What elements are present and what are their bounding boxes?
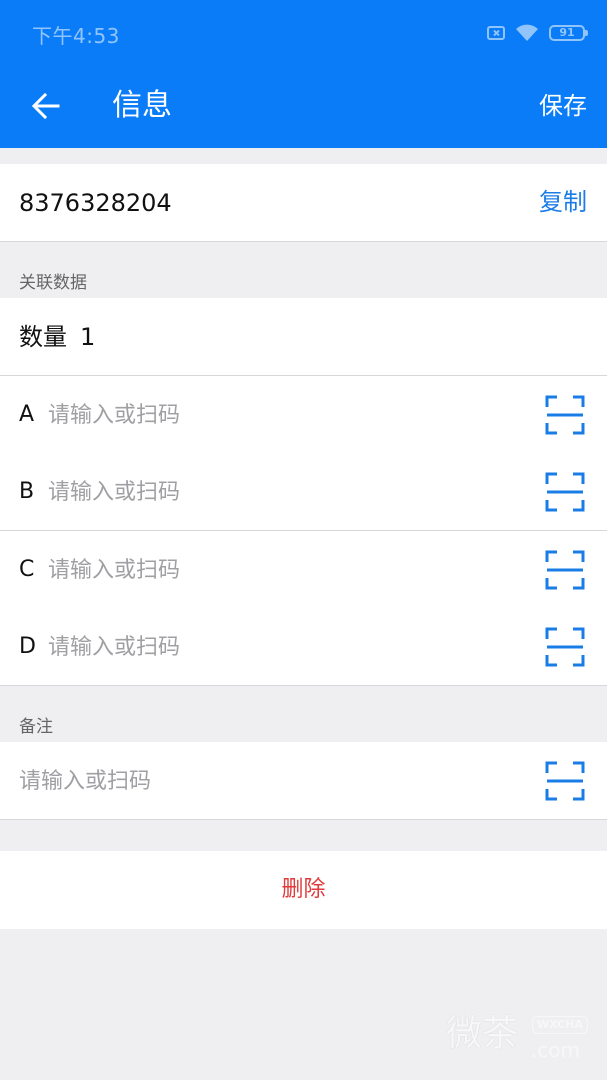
note-input[interactable] <box>19 762 519 800</box>
field-input-d[interactable] <box>48 628 518 666</box>
scan-icon[interactable] <box>545 550 585 590</box>
save-button[interactable]: 保存 <box>539 88 587 124</box>
record-id-row: 8376328204 复制 <box>0 164 607 242</box>
back-button[interactable] <box>26 84 66 128</box>
delete-button[interactable]: 删除 <box>0 851 607 929</box>
field-input-b[interactable] <box>48 473 518 511</box>
scan-icon[interactable] <box>545 627 585 667</box>
status-bar: 下午4:53 91 <box>0 0 607 68</box>
app-header: 下午4:53 91 信息 保存 <box>0 0 607 148</box>
delete-row: 删除 <box>0 851 607 929</box>
field-row-d: D <box>0 608 607 686</box>
field-label-b: B <box>19 479 35 504</box>
note-row <box>0 742 607 820</box>
wifi-icon <box>516 24 538 41</box>
field-row-a: A <box>0 376 607 454</box>
status-icons: 91 <box>487 22 588 44</box>
count-value: 1 <box>80 323 96 351</box>
scan-icon[interactable] <box>545 395 585 435</box>
scan-icon[interactable] <box>545 761 585 801</box>
record-id: 8376328204 <box>19 189 172 217</box>
field-input-c[interactable] <box>48 551 518 589</box>
no-sim-icon <box>487 26 505 40</box>
field-row-c: C <box>0 531 607 609</box>
watermark-text: 微茶 <box>446 1013 519 1054</box>
battery-icon: 91 <box>549 25 588 41</box>
note-section-label: 备注 <box>19 717 53 737</box>
status-time: 下午4:53 <box>32 24 120 48</box>
related-section-label: 关联数据 <box>19 273 87 293</box>
watermark-badge: WXCHA <box>531 1016 588 1034</box>
copy-button[interactable]: 复制 <box>539 186 587 218</box>
field-label-d: D <box>19 634 36 659</box>
field-label-a: A <box>19 402 35 427</box>
field-row-b: B <box>0 453 607 531</box>
arrow-left-icon <box>32 93 60 119</box>
count-label: 数量 <box>19 323 67 351</box>
count-row: 数量 1 <box>0 298 607 376</box>
field-label-c: C <box>19 557 35 582</box>
watermark-domain: .com <box>530 1038 580 1062</box>
watermark-logo: 微茶 WXCHA .com <box>446 1008 596 1068</box>
page-title: 信息 <box>112 88 172 123</box>
field-input-a[interactable] <box>48 396 518 434</box>
scan-icon[interactable] <box>545 472 585 512</box>
